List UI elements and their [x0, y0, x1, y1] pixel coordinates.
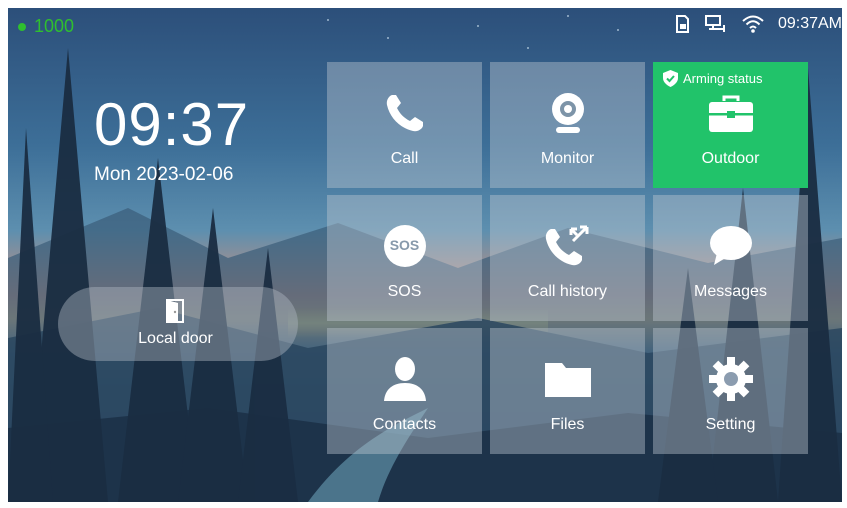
extension-number: 1000 [34, 16, 75, 36]
tile-messages[interactable]: Messages [653, 195, 808, 321]
clock-date: Mon 2023-02-06 [94, 164, 234, 185]
tile-call[interactable]: Call [327, 62, 482, 188]
wifi-icon [742, 15, 764, 33]
tile-files[interactable]: Files [490, 328, 645, 454]
tile-label: Call history [527, 283, 608, 300]
person-icon [327, 356, 482, 402]
status-time: 09:37AM [777, 15, 842, 32]
tile-label: Outdoor [701, 150, 760, 167]
tile-sos[interactable]: SOS SOS [327, 195, 482, 321]
tile-label: Contacts [372, 416, 437, 433]
camera-icon [490, 90, 645, 136]
status-bar: 1000 09:37AM [8, 8, 842, 42]
extension-indicator: 1000 [18, 16, 74, 37]
sos-icon-text: SOS [389, 237, 420, 253]
tile-label: Call [390, 150, 419, 167]
tile-label: Messages [694, 283, 767, 300]
gear-icon [653, 356, 808, 402]
local-door-button[interactable]: Local door [58, 287, 298, 361]
arming-status-badge: Arming status [663, 70, 762, 87]
local-door-label: Local door [138, 330, 213, 347]
tile-monitor[interactable]: Monitor [490, 62, 645, 188]
message-bubble-icon [653, 223, 808, 269]
tile-contacts[interactable]: Contacts [327, 328, 482, 454]
arming-status-label: Arming status [683, 71, 763, 86]
online-status-dot [18, 22, 26, 31]
shield-check-icon [663, 70, 678, 87]
briefcase-icon [653, 90, 808, 136]
tile-outdoor[interactable]: Arming status Outdoor [653, 62, 808, 188]
home-screen: 1000 09:37AM 09:37 Mon 2023-02-06 Local … [8, 8, 842, 502]
phone-icon [327, 90, 482, 136]
network-icon [704, 15, 728, 33]
call-history-icon [490, 223, 645, 269]
tile-label: Setting [705, 416, 756, 433]
folder-icon [490, 356, 645, 402]
sos-icon: SOS [327, 223, 482, 269]
status-icons: 09:37AM [674, 15, 842, 33]
tile-call-history[interactable]: Call history [490, 195, 645, 321]
clock-time: 09:37 [94, 91, 250, 158]
tile-label: Files [550, 416, 585, 433]
tile-label: SOS [387, 283, 422, 300]
tile-label: Monitor [540, 150, 595, 167]
tile-setting[interactable]: Setting [653, 328, 808, 454]
sd-card-icon [674, 15, 690, 33]
